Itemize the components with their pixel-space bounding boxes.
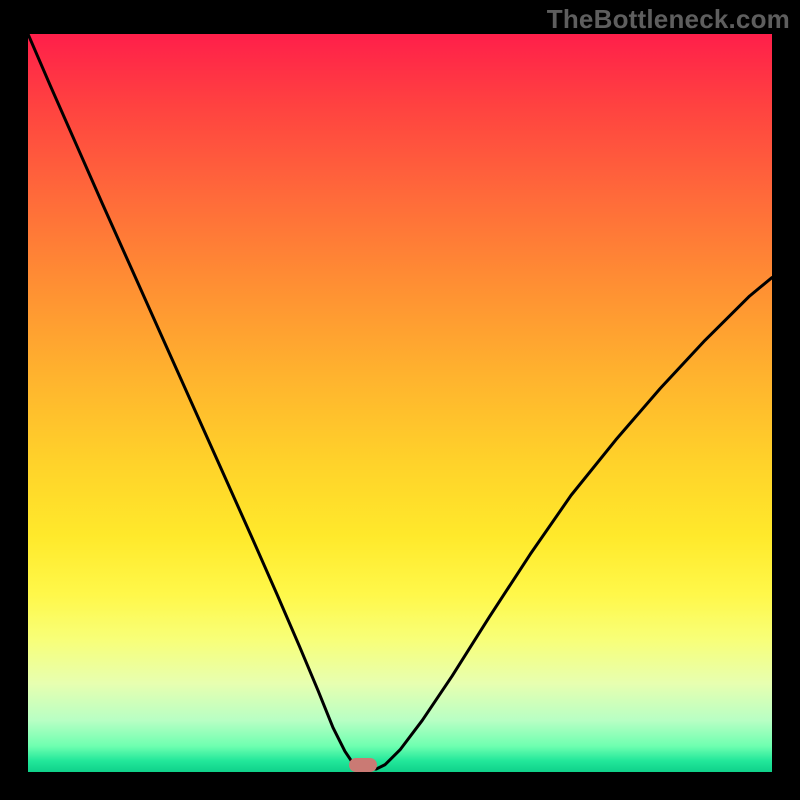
chart-frame: TheBottleneck.com — [0, 0, 800, 800]
valley-marker — [349, 758, 377, 772]
watermark-text: TheBottleneck.com — [547, 4, 790, 35]
plot-area — [28, 34, 772, 772]
bottleneck-curve — [28, 34, 772, 772]
curve-path — [28, 34, 772, 769]
